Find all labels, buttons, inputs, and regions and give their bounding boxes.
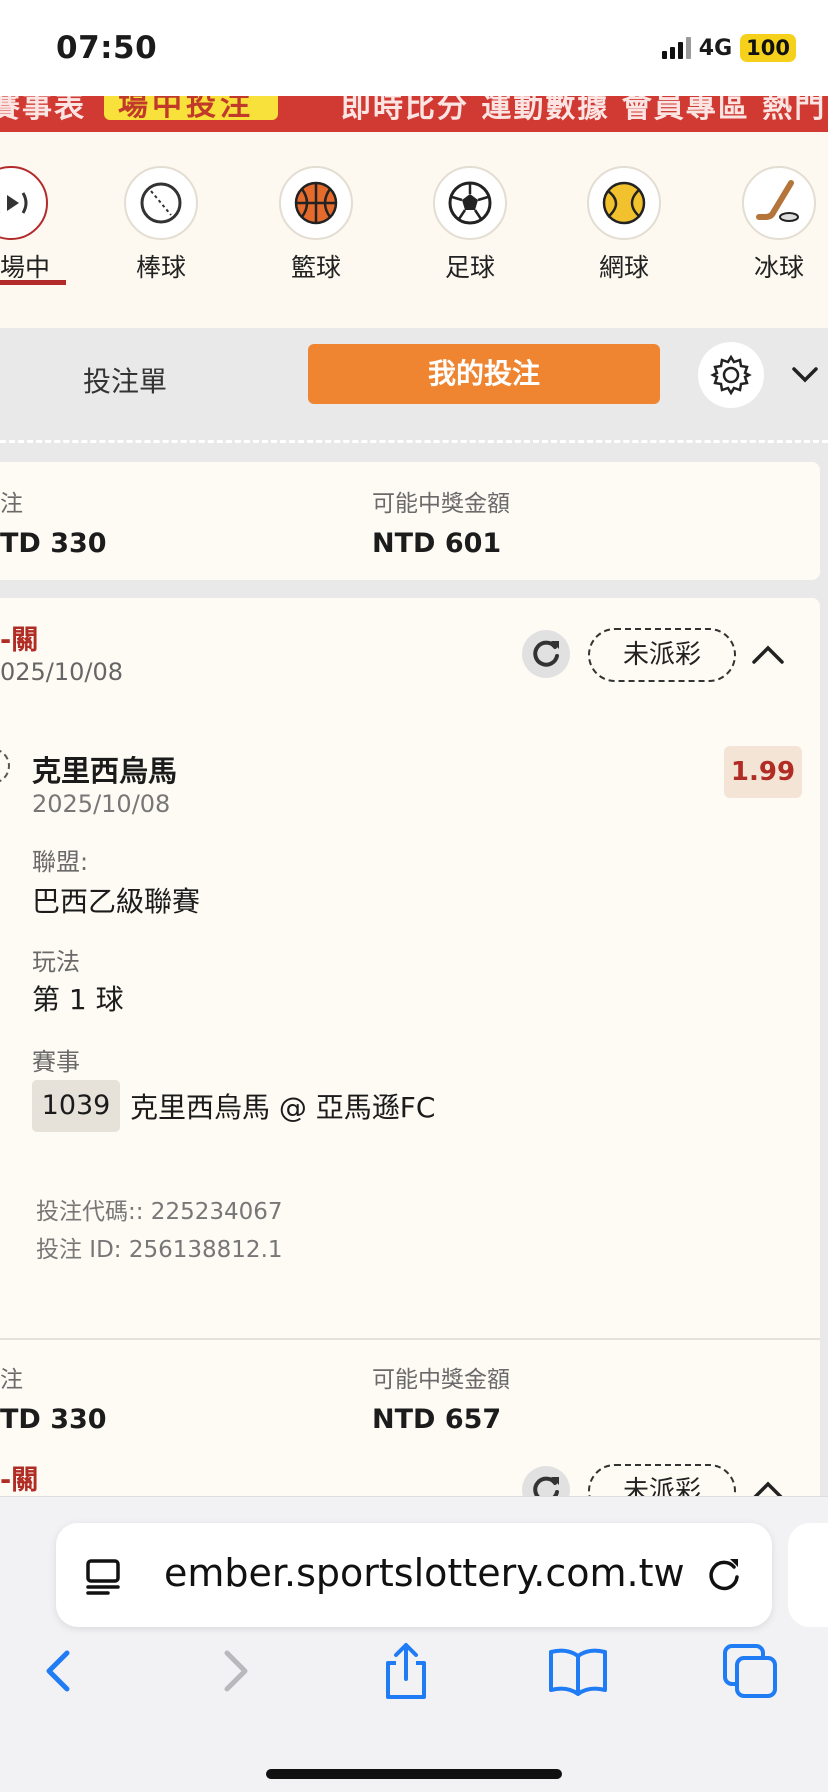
sport-tab-basketball[interactable]: 籃球 (261, 166, 371, 284)
network-label: 4G (698, 35, 733, 61)
marquee-highlight-label: 場中投注 (118, 96, 254, 120)
sport-tab-hockey[interactable]: 冰球 (724, 166, 828, 284)
share-icon (386, 1643, 426, 1699)
soccer-icon (433, 166, 507, 240)
sport-label: 足球 (444, 253, 495, 282)
selection-team: 克里西烏馬 (32, 754, 178, 788)
sport-label: 網球 (598, 253, 649, 282)
league-label: 聯盟: (32, 848, 89, 876)
payout-value: NTD 657 (372, 1404, 502, 1435)
status-time: 07:50 (56, 30, 158, 66)
play-label: 玩法 (32, 948, 80, 976)
basketball-icon (279, 166, 353, 240)
reader-icon[interactable] (84, 1555, 124, 1595)
play-value: 第 1 球 (32, 983, 124, 1016)
address-bar[interactable]: ember.sportslottery.com.tw (56, 1523, 772, 1627)
leg-date: 2025/10/08 (32, 790, 171, 818)
leg-marker-icon (0, 748, 10, 784)
refresh-icon (533, 1476, 559, 1496)
active-tab-underline (0, 280, 66, 285)
refresh-button[interactable] (522, 630, 570, 678)
stake-value: TD 330 (0, 1404, 107, 1435)
status-indicators: 4G 100 (661, 34, 796, 62)
payout-value: NTD 601 (372, 528, 502, 559)
divider (0, 1338, 820, 1340)
home-indicator (266, 1769, 562, 1779)
sport-label: 籃球 (290, 253, 341, 282)
sport-tab-tennis[interactable]: 網球 (569, 166, 679, 284)
payout-label: 可能中獎金額 (372, 491, 510, 517)
tabs-icon (723, 1644, 777, 1698)
league-value: 巴西乙級聯賽 (32, 885, 201, 918)
bet-detail-card: -關 025/10/08 未派彩 克里西烏馬 2025/10/08 1.99 聯… (0, 598, 820, 1460)
sport-tab-baseball[interactable]: 棒球 (106, 166, 216, 284)
chevron-right-icon (224, 1650, 248, 1692)
bet-type-title: -關 (0, 1465, 39, 1496)
gear-icon (710, 354, 752, 396)
marquee-left: 賽事表 (0, 96, 86, 125)
sport-label: 棒球 (135, 253, 186, 282)
sport-tab-soccer[interactable]: 足球 (415, 166, 525, 284)
url-text: ember.sportslottery.com.tw (164, 1551, 685, 1595)
refresh-icon (533, 640, 559, 667)
stake-label: 注 (0, 1367, 23, 1393)
sport-label: 冰球 (753, 253, 804, 282)
marquee-rest: 即時比分 運動數據 會員專區 熱門 (340, 96, 827, 125)
marquee-highlight-tab[interactable]: 場中投注 (104, 96, 278, 120)
my-bets-content: 注 TD 330 可能中獎金額 NTD 601 -關 025/10/08 未派彩… (0, 436, 828, 1496)
divider (0, 440, 828, 443)
live-icon (0, 166, 48, 240)
settings-button[interactable] (698, 342, 764, 408)
chevron-up-icon[interactable] (748, 1474, 788, 1496)
odds-badge: 1.99 (724, 746, 802, 798)
status-badge: 未派彩 (588, 1464, 736, 1496)
sport-label: 場中 (0, 253, 50, 282)
next-tab-preview[interactable] (788, 1523, 828, 1627)
tab-my-bets[interactable]: 我的投注 (308, 344, 660, 404)
hockey-icon (742, 166, 816, 240)
chevron-down-icon[interactable] (788, 358, 822, 392)
stake-label: 注 (0, 491, 23, 517)
event-label: 賽事 (32, 1048, 80, 1076)
event-name: 克里西烏馬 @ 亞馬遜FC (130, 1091, 436, 1124)
event-number: 1039 (32, 1080, 120, 1132)
header-marquee: 賽事表 即時比分 運動數據 會員專區 熱門 場中投注 (0, 96, 828, 132)
bet-summary-card: 注 TD 330 可能中獎金額 NTD 601 (0, 462, 820, 580)
status-bar: 07:50 4G 100 (0, 0, 828, 96)
refresh-button[interactable] (522, 1466, 570, 1496)
bookmarks-button[interactable] (546, 1639, 610, 1703)
bet-code: 投注代碼:: 225234067 (36, 1199, 283, 1225)
reload-icon[interactable] (702, 1553, 746, 1597)
bet-detail-card-next: -關 未派彩 (0, 1440, 820, 1496)
bet-type-title: -關 (0, 625, 39, 656)
payout-label: 可能中獎金額 (372, 1367, 510, 1393)
bet-tabs-bar: 投注單 我的投注 (0, 328, 828, 436)
chevron-left-icon (46, 1650, 70, 1692)
back-button[interactable] (26, 1639, 90, 1703)
share-button[interactable] (374, 1639, 438, 1703)
status-badge: 未派彩 (588, 628, 736, 682)
tennis-icon (587, 166, 661, 240)
book-icon (549, 1648, 607, 1696)
baseball-icon (124, 166, 198, 240)
tabs-button[interactable] (718, 1639, 782, 1703)
chevron-up-icon[interactable] (748, 638, 788, 672)
bet-id: 投注 ID: 256138812.1 (36, 1237, 283, 1263)
forward-button[interactable] (204, 1639, 268, 1703)
tab-bet-slip[interactable]: 投注單 (60, 352, 190, 412)
sport-tab-live[interactable]: 場中 (0, 166, 66, 284)
stake-value: TD 330 (0, 528, 107, 559)
signal-icon (661, 37, 691, 59)
browser-toolbar: ember.sportslottery.com.tw (0, 1496, 828, 1792)
sports-nav: 場中 棒球 籃球 足球 網球 冰球 (0, 132, 828, 328)
bet-date: 025/10/08 (0, 658, 124, 686)
battery-indicator: 100 (740, 34, 796, 62)
